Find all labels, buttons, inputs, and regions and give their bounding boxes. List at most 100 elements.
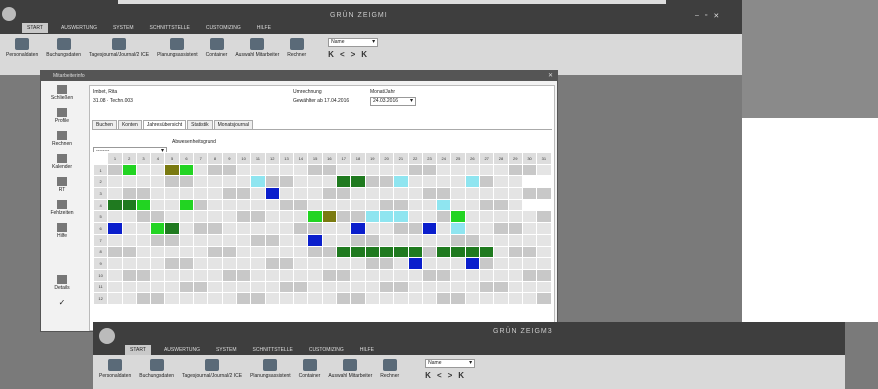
calendar-day-cell[interactable] <box>178 222 195 235</box>
calendar-day-cell[interactable] <box>278 233 295 247</box>
back-prev-button[interactable]: < <box>437 371 442 380</box>
calendar-day-cell[interactable] <box>521 257 538 270</box>
calendar-day-cell[interactable] <box>278 187 295 200</box>
calendar-day-cell[interactable] <box>336 222 352 235</box>
calendar-day-cell[interactable] <box>193 210 209 224</box>
calendar-day-cell[interactable] <box>207 198 223 212</box>
tab-konten[interactable]: Konten <box>117 120 142 129</box>
calendar-day-cell[interactable] <box>436 280 452 294</box>
back-personaldaten-button[interactable]: Personaldaten <box>99 359 131 379</box>
calendar-day-cell[interactable] <box>278 245 295 259</box>
calendar-day-cell[interactable] <box>150 268 166 282</box>
calendar-day-cell[interactable] <box>450 233 466 247</box>
calendar-day-cell[interactable] <box>221 245 237 259</box>
calendar-day-cell[interactable] <box>293 175 309 189</box>
calendar-day-cell[interactable] <box>207 292 223 305</box>
calendar-day-cell[interactable] <box>121 257 137 270</box>
calendar-day-cell[interactable] <box>207 233 223 247</box>
calendar-day-cell[interactable] <box>421 245 438 259</box>
calendar-day-cell[interactable] <box>378 257 395 270</box>
calendar-day-cell[interactable] <box>307 245 323 259</box>
menu-customizing[interactable]: CUSTOMIZING <box>203 24 244 32</box>
calendar-day-cell[interactable] <box>536 187 552 200</box>
calendar-day-cell[interactable] <box>121 210 137 224</box>
calendar-day-cell[interactable] <box>521 210 538 224</box>
calendar-day-cell[interactable] <box>207 210 223 224</box>
calendar-day-cell[interactable] <box>307 222 323 235</box>
calendar-day-cell[interactable] <box>378 163 395 177</box>
sidebar-kalender[interactable]: Kalender <box>44 154 80 170</box>
calendar-day-cell[interactable] <box>479 163 495 177</box>
calendar-day-cell[interactable] <box>393 233 409 247</box>
calendar-day-cell[interactable] <box>150 163 166 177</box>
calendar-day-cell[interactable] <box>421 175 438 189</box>
calendar-day-cell[interactable] <box>436 210 452 224</box>
calendar-day-cell[interactable] <box>507 198 523 212</box>
calendar-day-cell[interactable] <box>164 257 180 270</box>
calendar-day-cell[interactable] <box>135 198 152 212</box>
sidebar-schliessen[interactable]: Schließen <box>44 85 80 101</box>
monat-select[interactable]: 24.03.2016 <box>370 97 416 106</box>
calendar-day-cell[interactable] <box>421 280 438 294</box>
calendar-day-cell[interactable] <box>464 198 481 212</box>
calendar-day-cell[interactable] <box>221 222 237 235</box>
calendar-day-cell[interactable] <box>135 210 152 224</box>
calendar-day-cell[interactable] <box>521 233 538 247</box>
calendar-day-cell[interactable] <box>321 175 338 189</box>
calendar-day-cell[interactable] <box>221 292 237 305</box>
dialog-close-icon[interactable]: ✕ <box>548 72 553 79</box>
calendar-day-cell[interactable] <box>407 245 423 259</box>
calendar-day-cell[interactable] <box>221 210 237 224</box>
calendar-day-cell[interactable] <box>336 210 352 224</box>
calendar-day-cell[interactable] <box>464 268 481 282</box>
container-button[interactable]: Container <box>206 38 227 58</box>
calendar-day-cell[interactable] <box>336 257 352 270</box>
calendar-day-cell[interactable] <box>107 175 123 189</box>
calendar-day-cell[interactable] <box>264 187 280 200</box>
calendar-day-cell[interactable] <box>150 175 166 189</box>
calendar-day-cell[interactable] <box>250 268 266 282</box>
calendar-day-cell[interactable] <box>436 187 452 200</box>
calendar-day-cell[interactable] <box>164 163 180 177</box>
calendar-day-cell[interactable] <box>350 222 366 235</box>
calendar-day-cell[interactable] <box>350 245 366 259</box>
calendar-day-cell[interactable] <box>307 210 323 224</box>
calendar-day-cell[interactable] <box>336 280 352 294</box>
calendar-day-cell[interactable] <box>207 163 223 177</box>
calendar-day-cell[interactable] <box>278 222 295 235</box>
calendar-day-cell[interactable] <box>207 222 223 235</box>
menu-hilfe[interactable]: HILFE <box>254 24 274 32</box>
calendar-day-cell[interactable] <box>264 245 280 259</box>
calendar-day-cell[interactable] <box>507 268 523 282</box>
back-rechner-button[interactable]: Rechner <box>380 359 399 379</box>
calendar-day-cell[interactable] <box>450 163 466 177</box>
calendar-day-cell[interactable] <box>507 233 523 247</box>
calendar-day-cell[interactable] <box>493 210 509 224</box>
calendar-day-cell[interactable] <box>293 245 309 259</box>
next-button[interactable]: > <box>351 50 356 59</box>
calendar-day-cell[interactable] <box>264 175 280 189</box>
calendar-day-cell[interactable] <box>393 280 409 294</box>
calendar-day-cell[interactable] <box>350 210 366 224</box>
calendar-day-cell[interactable] <box>450 292 466 305</box>
calendar-day-cell[interactable] <box>178 163 195 177</box>
calendar-day-cell[interactable] <box>450 210 466 224</box>
back-next-button[interactable]: > <box>448 371 453 380</box>
calendar-day-cell[interactable] <box>321 210 338 224</box>
calendar-day-cell[interactable] <box>164 175 180 189</box>
calendar-day-cell[interactable] <box>221 198 237 212</box>
last-button[interactable]: K <box>361 50 367 59</box>
calendar-day-cell[interactable] <box>479 210 495 224</box>
tab-monatsjournal[interactable]: Monatsjournal <box>213 120 254 129</box>
calendar-day-cell[interactable] <box>321 268 338 282</box>
back-menu-customizing[interactable]: CUSTOMIZING <box>306 346 347 354</box>
calendar-day-cell[interactable] <box>221 233 237 247</box>
calendar-day-cell[interactable] <box>464 292 481 305</box>
calendar-day-cell[interactable] <box>121 187 137 200</box>
calendar-day-cell[interactable] <box>321 198 338 212</box>
calendar-day-cell[interactable] <box>278 210 295 224</box>
calendar-day-cell[interactable] <box>321 187 338 200</box>
tagesjournal-button[interactable]: Tagesjournal/Journal/2 ICE <box>89 38 149 58</box>
calendar-day-cell[interactable] <box>164 233 180 247</box>
calendar-day-cell[interactable] <box>207 268 223 282</box>
